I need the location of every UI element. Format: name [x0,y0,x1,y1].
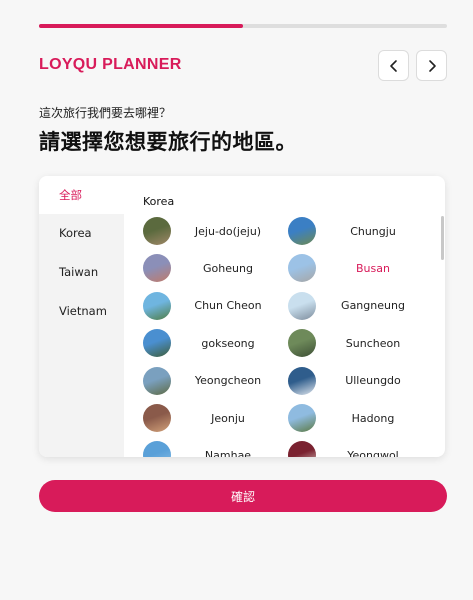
region-item[interactable]: Goheung [143,253,285,283]
region-photo [143,366,171,395]
region-photo [143,404,171,432]
scrollbar[interactable] [441,216,444,260]
chevron-right-icon [428,59,436,72]
region-item[interactable]: Namhae [143,440,285,457]
app-logo: LOYQU PLANNER [39,56,182,73]
question-text: 這次旅行我們要去哪裡？ [39,106,172,120]
region-item[interactable]: Ulleungdo [288,366,430,396]
sidebar-item-all[interactable]: 全部 [39,176,124,214]
sidebar-item-vietnam[interactable]: Vietnam [39,292,124,330]
group-title: Korea [143,195,175,208]
region-item[interactable]: gokseong [143,328,285,358]
region-name: Ulleungdo [345,374,401,388]
country-sidebar: 全部 Korea Taiwan Vietnam [39,176,124,457]
region-name: Jeju-do(jeju) [194,224,262,238]
region-name: Goheung [203,261,253,275]
region-item[interactable]: Jeonju [143,403,285,433]
region-photo [288,254,316,283]
page-title: 請選擇您想要旅行的地區。 [39,130,297,154]
region-photo [288,291,316,320]
region-item[interactable]: Gangneung [288,291,430,321]
region-name: Hadong [351,411,395,425]
region-item[interactable]: Yeongcheon [143,366,285,396]
region-photo [143,441,171,457]
region-name: gokseong [201,336,255,350]
region-photo [143,329,171,358]
region-name: Namhae [204,448,252,457]
region-name: Gangneung [341,299,405,313]
prev-button[interactable] [378,50,409,81]
region-photo [288,404,316,432]
region-name: Yeongwol [347,448,399,457]
chevron-left-icon [389,59,397,72]
region-name: Busan [356,261,390,275]
sidebar-item-korea[interactable]: Korea [39,214,124,252]
region-item[interactable]: Hadong [288,403,430,433]
region-photo [288,329,316,358]
region-item[interactable]: Yeongwol [288,440,430,457]
region-item[interactable]: Chungju [288,216,430,246]
sidebar-item-taiwan[interactable]: Taiwan [39,253,124,291]
region-name: Yeongcheon [194,374,262,388]
region-picker-card: 全部 Korea Taiwan Vietnam Korea Jeju-do(je… [39,176,445,457]
next-button[interactable] [416,50,447,81]
region-item[interactable]: Suncheon [288,328,430,358]
region-photo [288,217,316,245]
region-photo [143,254,171,283]
region-item[interactable]: Busan [288,253,430,283]
region-list[interactable]: Korea Jeju-do(jeju) Chungju Goheung Busan Ch… [124,176,445,457]
progress-bar-fill [39,24,243,28]
region-name: Jeonju [211,411,245,425]
region-name: Chungju [350,224,396,238]
progress-bar [39,24,447,28]
region-item[interactable]: Jeju-do(jeju) [143,216,285,246]
region-photo [288,441,316,457]
region-name: Suncheon [345,336,401,350]
region-photo [143,291,171,320]
confirm-button[interactable]: 確認 [39,480,447,512]
region-photo [288,366,316,395]
region-item[interactable]: Chun Cheon [143,291,285,321]
region-name: Chun Cheon [194,299,262,313]
region-photo [143,217,171,245]
